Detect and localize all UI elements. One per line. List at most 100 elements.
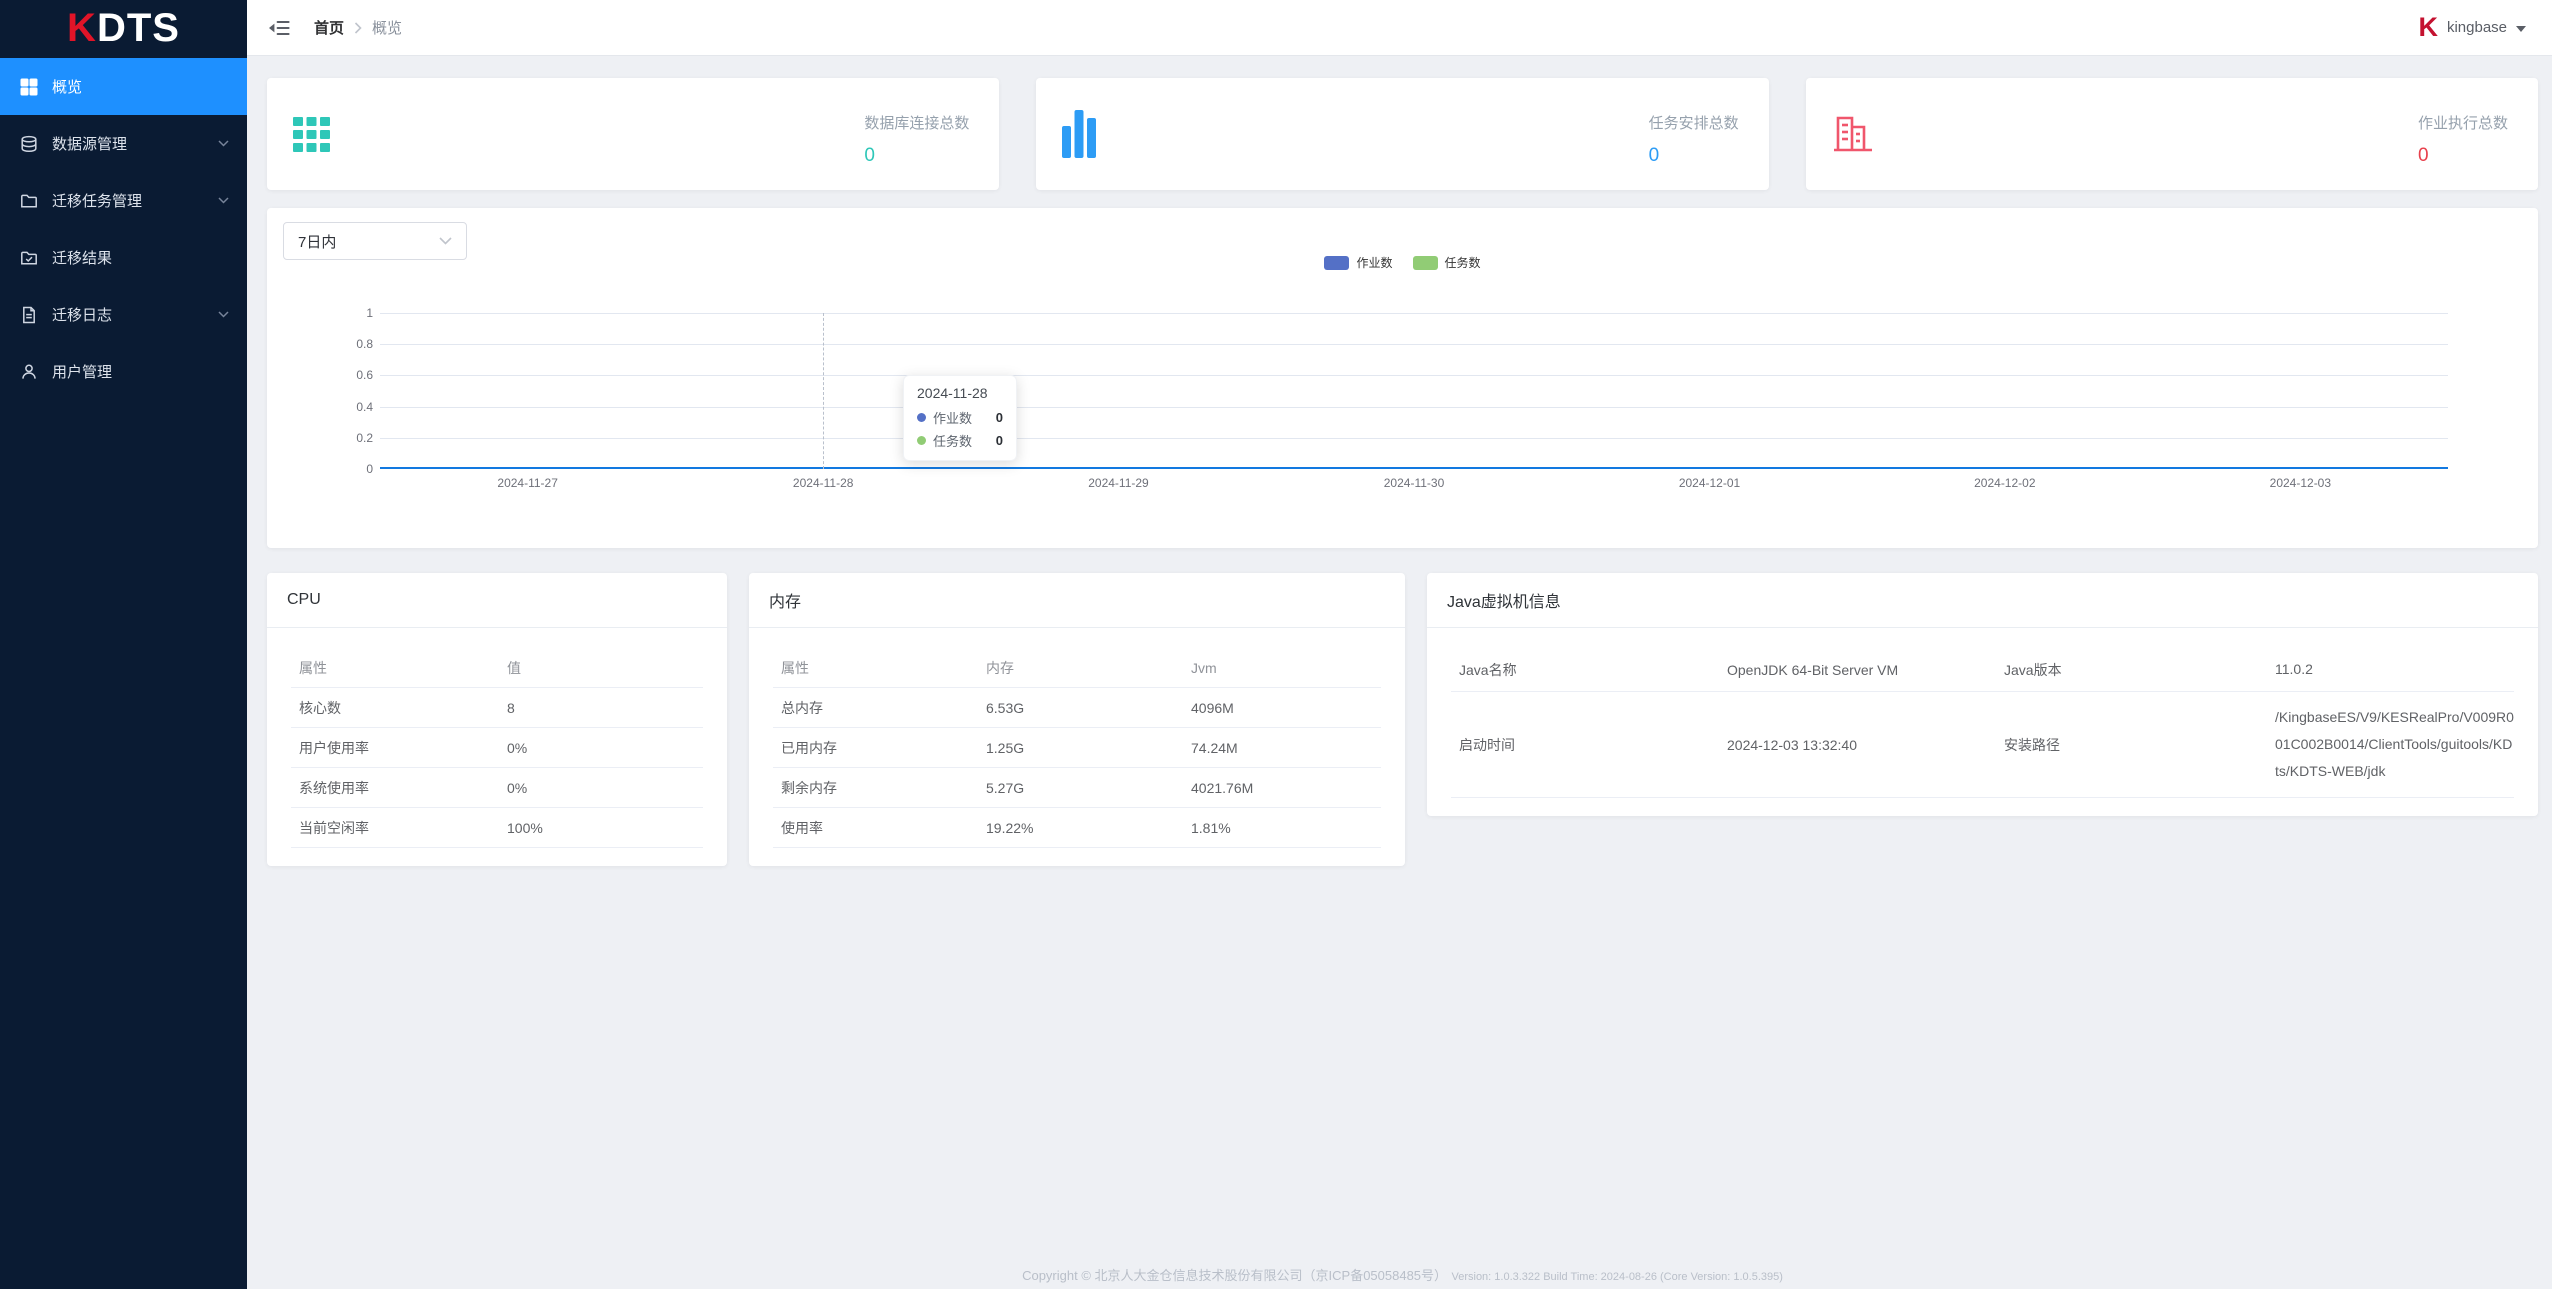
cell-label: Java版本 bbox=[1996, 660, 2267, 680]
col-header: Jvm bbox=[1183, 660, 1381, 676]
cell-value: /KingbaseES/V9/KESRealPro/V009R001C002B0… bbox=[2267, 704, 2514, 785]
jvm-table: Java名称 OpenJDK 64-Bit Server VM Java版本 1… bbox=[1427, 628, 2538, 816]
version-text: Version: 1.0.3.322 Build Time: 2024-08-2… bbox=[1451, 1271, 1782, 1283]
system-info-row: CPU 属性 值 核心数 8 用户使用率 0% 系统使用率 bbox=[267, 573, 2538, 866]
cell-label: Java名称 bbox=[1451, 660, 1719, 680]
cell-value: 19.22% bbox=[978, 820, 1183, 836]
stat-card-db-connections: 数据库连接总数 0 bbox=[267, 78, 999, 190]
database-icon bbox=[20, 135, 38, 153]
sidebar-toggle-button[interactable] bbox=[269, 19, 290, 37]
breadcrumb-home[interactable]: 首页 bbox=[314, 17, 344, 38]
card-title: CPU bbox=[267, 573, 727, 628]
kingbase-logo-icon: K bbox=[2418, 14, 2438, 41]
sidebar-item-label: 用户管理 bbox=[52, 361, 112, 382]
stat-info: 任务安排总数 0 bbox=[1649, 112, 1739, 167]
series-dot-icon bbox=[917, 413, 926, 422]
stat-label: 数据库连接总数 bbox=[864, 112, 969, 133]
x-tick: 2024-12-02 bbox=[1974, 476, 2035, 490]
cell-value: 5.27G bbox=[978, 780, 1183, 796]
sidebar-item-datasource[interactable]: 数据源管理 bbox=[0, 115, 247, 172]
table-row: 系统使用率 0% bbox=[291, 768, 703, 808]
app-logo: KDTS bbox=[0, 0, 247, 56]
sidebar: KDTS 概览 数据源管理 bbox=[0, 0, 247, 1289]
col-header: 属性 bbox=[291, 658, 499, 678]
legend-item-jobs[interactable]: 作业数 bbox=[1324, 254, 1392, 271]
table-row: 用户使用率 0% bbox=[291, 728, 703, 768]
cell-value: 0% bbox=[499, 740, 703, 756]
jobs-tasks-chart-card: 7日内 作业数 任务数 1 0.8 0.6 0.4 bbox=[267, 208, 2538, 548]
col-header: 值 bbox=[499, 658, 703, 678]
stat-label: 任务安排总数 bbox=[1649, 112, 1739, 133]
table-row: 已用内存 1.25G 74.24M bbox=[773, 728, 1381, 768]
series-dot-icon bbox=[917, 436, 926, 445]
cell-label: 核心数 bbox=[291, 698, 499, 718]
sidebar-item-user-management[interactable]: 用户管理 bbox=[0, 343, 247, 400]
tooltip-date: 2024-11-28 bbox=[917, 385, 1003, 401]
sidebar-item-migration-results[interactable]: 迁移结果 bbox=[0, 229, 247, 286]
x-tick: 2024-12-01 bbox=[1679, 476, 1740, 490]
gridline bbox=[380, 313, 2448, 314]
table-row: 总内存 6.53G 4096M bbox=[773, 688, 1381, 728]
tooltip-series-name: 任务数 bbox=[933, 431, 972, 450]
cell-label: 安装路径 bbox=[1996, 735, 2267, 755]
cell-value: 1.25G bbox=[978, 740, 1183, 756]
stat-info: 作业执行总数 0 bbox=[2418, 112, 2508, 167]
cell-value: 0% bbox=[499, 780, 703, 796]
user-dropdown[interactable]: K kingbase bbox=[2418, 14, 2526, 41]
username: kingbase bbox=[2447, 19, 2507, 36]
breadcrumb-current: 概览 bbox=[372, 17, 402, 38]
stats-row: 数据库连接总数 0 任务安排总数 0 bbox=[267, 78, 2538, 190]
document-icon bbox=[20, 306, 38, 324]
sidebar-item-label: 迁移结果 bbox=[52, 247, 112, 268]
y-tick: 0.2 bbox=[356, 431, 373, 445]
stat-info: 数据库连接总数 0 bbox=[864, 112, 969, 167]
chart-plot-area[interactable]: 2024-11-27 2024-11-28 2024-11-29 2024-11… bbox=[380, 313, 2448, 469]
tooltip-series-name: 作业数 bbox=[933, 408, 972, 427]
cpu-card: CPU 属性 值 核心数 8 用户使用率 0% 系统使用率 bbox=[267, 573, 727, 866]
y-tick: 0.6 bbox=[356, 368, 373, 382]
sidebar-menu: 概览 数据源管理 迁移任务管理 bbox=[0, 58, 247, 400]
y-tick: 0.4 bbox=[356, 400, 373, 414]
legend-label: 任务数 bbox=[1445, 254, 1481, 271]
tooltip-series-value: 0 bbox=[978, 433, 1003, 448]
memory-card: 内存 属性 内存 Jvm 总内存 6.53G 4096M 已用内存 1.25G bbox=[749, 573, 1405, 866]
cell-label: 已用内存 bbox=[773, 738, 978, 758]
y-tick: 0 bbox=[366, 462, 373, 476]
series-line-at-zero bbox=[380, 467, 2448, 469]
sidebar-item-overview[interactable]: 概览 bbox=[0, 58, 247, 115]
stat-value: 0 bbox=[1649, 145, 1660, 167]
sidebar-item-migration-tasks[interactable]: 迁移任务管理 bbox=[0, 172, 247, 229]
tooltip-row: 任务数 0 bbox=[917, 431, 1003, 450]
table-row: 使用率 19.22% 1.81% bbox=[773, 808, 1381, 848]
folder-check-icon bbox=[20, 249, 38, 267]
cell-value: 11.0.2 bbox=[2267, 656, 2514, 683]
x-tick: 2024-11-27 bbox=[497, 476, 558, 490]
gridline bbox=[380, 375, 2448, 376]
bar-chart-icon bbox=[1062, 110, 1096, 158]
table-row: 核心数 8 bbox=[291, 688, 703, 728]
building-icon bbox=[1832, 113, 1874, 155]
chevron-down-icon bbox=[218, 140, 229, 147]
cell-label: 剩余内存 bbox=[773, 778, 978, 798]
logo-rest: DTS bbox=[97, 6, 180, 51]
cell-label: 启动时间 bbox=[1451, 735, 1719, 755]
sidebar-item-label: 数据源管理 bbox=[52, 133, 127, 154]
stat-value: 0 bbox=[864, 145, 875, 167]
top-header: 首页 概览 K kingbase bbox=[247, 0, 2552, 56]
main-area: 首页 概览 K kingbase bbox=[247, 0, 2552, 1289]
sidebar-item-migration-logs[interactable]: 迁移日志 bbox=[0, 286, 247, 343]
cell-value: 4021.76M bbox=[1183, 780, 1381, 796]
legend-swatch bbox=[1324, 256, 1349, 270]
sidebar-item-label: 概览 bbox=[52, 76, 82, 97]
x-tick: 2024-11-30 bbox=[1384, 476, 1445, 490]
caret-down-icon bbox=[2516, 26, 2526, 32]
user-icon bbox=[20, 363, 38, 381]
table-row: 启动时间 2024-12-03 13:32:40 安装路径 /KingbaseE… bbox=[1451, 692, 2514, 798]
legend-item-tasks[interactable]: 任务数 bbox=[1413, 254, 1481, 271]
gridline bbox=[380, 407, 2448, 408]
table-row: Java名称 OpenJDK 64-Bit Server VM Java版本 1… bbox=[1451, 648, 2514, 692]
cell-label: 当前空闲率 bbox=[291, 818, 499, 838]
jvm-card: Java虚拟机信息 Java名称 OpenJDK 64-Bit Server V… bbox=[1427, 573, 2538, 816]
chevron-down-icon bbox=[218, 197, 229, 204]
cell-label: 总内存 bbox=[773, 698, 978, 718]
